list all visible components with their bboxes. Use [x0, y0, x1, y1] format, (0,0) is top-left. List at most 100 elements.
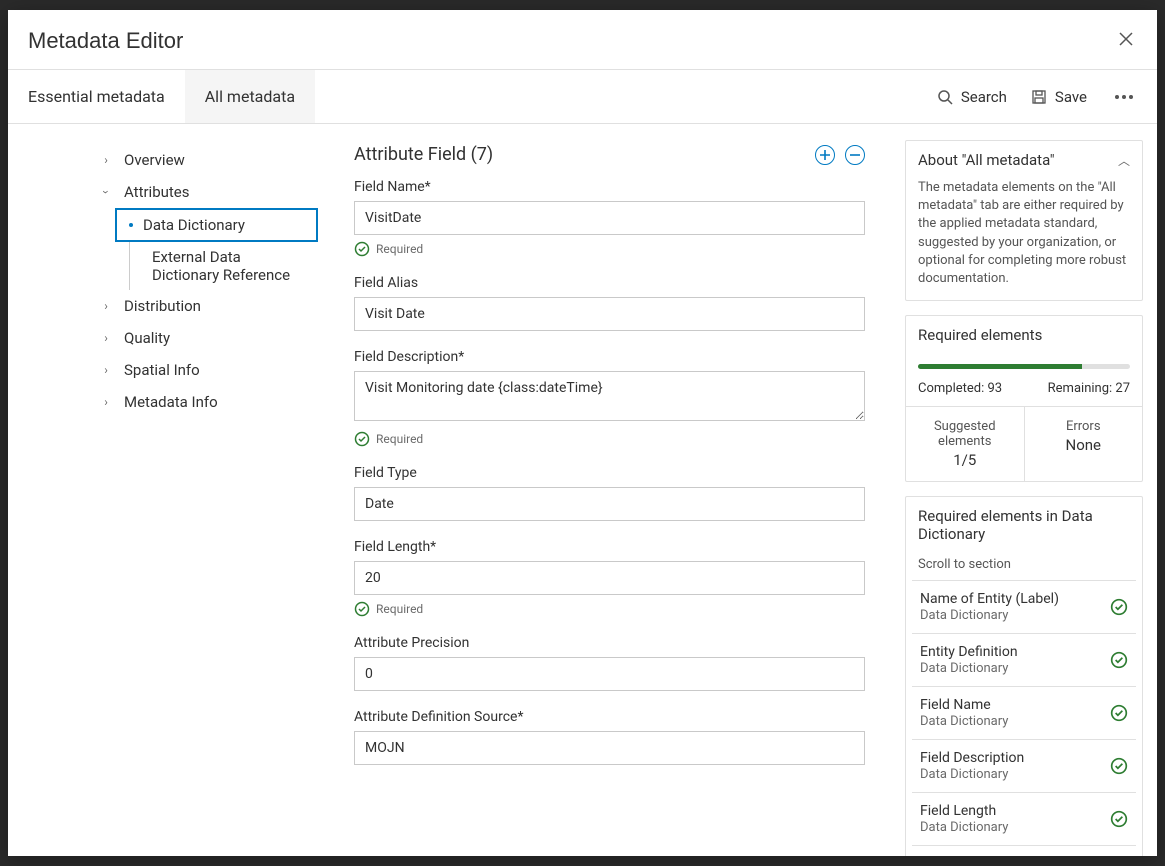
bullet-icon [129, 223, 133, 227]
modal-header: Metadata Editor [8, 10, 1157, 70]
suggested-value: 1/5 [912, 451, 1018, 469]
tab-essential-metadata[interactable]: Essential metadata [8, 70, 185, 123]
attribute-source-label: Attribute Definition Source* [354, 709, 865, 725]
about-body: The metadata elements on the "All metada… [906, 179, 1142, 300]
suggested-label: Suggested elements [912, 419, 1018, 449]
progress-stats: Completed: 93 Remaining: 27 [918, 381, 1130, 396]
sidebar-item-data-dictionary[interactable]: Data Dictionary [115, 208, 318, 242]
required-element-item[interactable]: Field Length Data Dictionary [912, 793, 1136, 846]
attribute-precision-label: Attribute Precision [354, 635, 865, 651]
chevron-right-icon: › [98, 363, 114, 377]
required-elements-panel: Required elements in Data Dictionary Scr… [905, 496, 1143, 856]
check-circle-icon [1110, 704, 1128, 722]
progress-header: Required elements [906, 316, 1142, 354]
required-item-title: Field Length [920, 803, 1008, 819]
sidebar-item-overview[interactable]: › Overview [18, 144, 318, 176]
attribute-precision-input[interactable] [354, 657, 865, 691]
check-circle-icon [1110, 757, 1128, 775]
required-element-item[interactable]: Name of Entity (Label) Data Dictionary [912, 581, 1136, 634]
errors-value: None [1031, 436, 1137, 454]
field-length-input[interactable] [354, 561, 865, 595]
required-item-sub: Data Dictionary [920, 714, 1008, 729]
sidebar-item-label: Attributes [124, 183, 190, 201]
search-action[interactable]: Search [937, 88, 1007, 106]
content: › Overview › Attributes Data Dictionary … [8, 124, 1157, 856]
required-tag: Required [354, 601, 865, 617]
save-label: Save [1055, 88, 1087, 106]
required-item-title: Field Description [920, 750, 1024, 766]
main-pane[interactable]: Attribute Field (7) Field Name* Required [328, 124, 891, 856]
save-icon [1031, 89, 1047, 105]
field-alias-label: Field Alias [354, 275, 865, 291]
tab-bar: Essential metadata All metadata Search S… [8, 70, 1157, 124]
field-description-input[interactable] [354, 371, 865, 421]
remove-field-icon[interactable] [845, 145, 865, 165]
section-title: Attribute Field (7) [354, 144, 493, 165]
required-element-item[interactable]: Field Description Data Dictionary [912, 740, 1136, 793]
tab-actions: Search Save [937, 88, 1157, 106]
field-alias-group: Field Alias [354, 275, 865, 331]
subnav-attributes: Data Dictionary External Data Dictionary… [114, 208, 318, 290]
chevron-down-icon: › [99, 184, 113, 200]
more-options-icon[interactable] [1111, 91, 1137, 103]
field-length-group: Field Length* Required [354, 539, 865, 617]
chevron-right-icon: › [98, 331, 114, 345]
completed-count: Completed: 93 [918, 381, 1002, 396]
about-title: About "All metadata" [918, 151, 1055, 169]
remaining-count: Remaining: 27 [1048, 381, 1130, 396]
required-label: Required [376, 242, 423, 256]
sidebar-item-attributes[interactable]: › Attributes [18, 176, 318, 208]
field-name-label: Field Name* [354, 179, 865, 195]
sidebar-item-label: Data Dictionary [143, 216, 245, 234]
field-description-group: Field Description* Required [354, 349, 865, 447]
required-item-title: Name of Entity (Label) [920, 591, 1059, 607]
field-name-input[interactable] [354, 201, 865, 235]
stat-grid: Suggested elements 1/5 Errors None [906, 406, 1142, 481]
required-item-sub: Data Dictionary [920, 767, 1024, 782]
tab-all-metadata[interactable]: All metadata [185, 70, 315, 123]
errors-label: Errors [1031, 419, 1137, 434]
required-item-title: Entity Definition [920, 644, 1018, 660]
sidebar-item-distribution[interactable]: › Distribution [18, 290, 318, 322]
required-item-sub: Data Dictionary [920, 661, 1018, 676]
required-element-item[interactable]: Field Name Data Dictionary [912, 687, 1136, 740]
field-type-group: Field Type [354, 465, 865, 521]
sidebar-item-metadata-info[interactable]: › Metadata Info [18, 386, 318, 418]
check-circle-icon [1110, 598, 1128, 616]
field-length-label: Field Length* [354, 539, 865, 555]
chevron-up-icon[interactable]: ︿ [1118, 152, 1130, 169]
required-elements-list[interactable]: Name of Entity (Label) Data Dictionary E… [912, 580, 1136, 856]
attribute-precision-group: Attribute Precision [354, 635, 865, 691]
save-action[interactable]: Save [1031, 88, 1087, 106]
sidebar-item-label: External Data Dictionary Reference [152, 248, 306, 284]
sidebar-item-external-reference[interactable]: External Data Dictionary Reference [129, 242, 318, 290]
check-circle-icon [354, 431, 370, 447]
close-icon[interactable] [1115, 26, 1137, 55]
field-type-input[interactable] [354, 487, 865, 521]
metadata-editor-modal: Metadata Editor Essential metadata All m… [8, 10, 1157, 856]
attribute-source-input[interactable] [354, 731, 865, 765]
sidebar: › Overview › Attributes Data Dictionary … [8, 124, 328, 856]
field-alias-input[interactable] [354, 297, 865, 331]
required-label: Required [376, 432, 423, 446]
check-circle-icon [354, 241, 370, 257]
required-tag: Required [354, 431, 865, 447]
right-pane: About "All metadata" ︿ The metadata elem… [891, 124, 1157, 856]
suggested-cell: Suggested elements 1/5 [906, 407, 1024, 481]
sidebar-item-spatial-info[interactable]: › Spatial Info [18, 354, 318, 386]
sidebar-item-label: Metadata Info [124, 393, 218, 411]
progress-fill [918, 364, 1082, 369]
sidebar-item-label: Spatial Info [124, 361, 200, 379]
about-header[interactable]: About "All metadata" ︿ [906, 141, 1142, 179]
modal-title: Metadata Editor [28, 28, 183, 54]
required-element-item[interactable]: Attribute Definition Source Data Diction… [912, 846, 1136, 856]
about-panel: About "All metadata" ︿ The metadata elem… [905, 140, 1143, 301]
attribute-source-group: Attribute Definition Source* [354, 709, 865, 765]
section-heading: Attribute Field (7) [354, 144, 865, 165]
add-field-icon[interactable] [815, 145, 835, 165]
chevron-right-icon: › [98, 395, 114, 409]
sidebar-item-quality[interactable]: › Quality [18, 322, 318, 354]
sidebar-item-label: Distribution [124, 297, 201, 315]
required-element-item[interactable]: Entity Definition Data Dictionary [912, 634, 1136, 687]
tabs: Essential metadata All metadata [8, 70, 315, 123]
